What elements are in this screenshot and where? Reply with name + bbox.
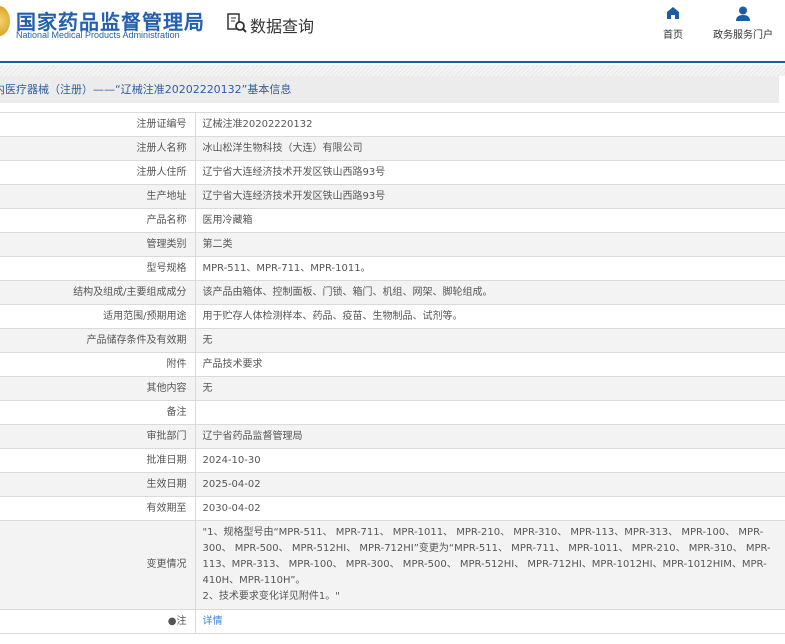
- table-row: ●注 详情: [0, 609, 785, 634]
- field-label: 生产地址: [0, 184, 196, 209]
- logo-subtitle: National Medical Products Administration: [16, 30, 180, 40]
- field-value: 产品技术要求: [195, 352, 785, 377]
- field-label: ●注: [0, 609, 196, 634]
- field-value: 2030-04-02: [195, 496, 785, 521]
- data-query-heading: 数据查询: [226, 12, 314, 38]
- field-value: 辽宁省大连经济技术开发区铁山西路93号: [195, 184, 785, 209]
- field-value: 辽宁省大连经济技术开发区铁山西路93号: [195, 160, 785, 185]
- table-row: 批准日期 2024-10-30: [0, 448, 785, 473]
- decorative-strip: [0, 65, 785, 76]
- table-row: 有效期至 2030-04-02: [0, 496, 785, 521]
- field-value: 2024-10-30: [195, 448, 785, 473]
- field-label: 生效日期: [0, 472, 196, 497]
- page-title: 内医疗器械（注册）——“辽械注准20202220132”基本信息: [0, 76, 779, 103]
- field-label: 其他内容: [0, 376, 196, 401]
- field-value: 无: [195, 376, 785, 401]
- table-row: 生产地址 辽宁省大连经济技术开发区铁山西路93号: [0, 184, 785, 209]
- field-label: 管理类别: [0, 232, 196, 257]
- field-value: 该产品由箱体、控制面板、门锁、箱门、机组、网架、脚轮组成。: [195, 280, 785, 305]
- table-row: 产品名称 医用冷藏箱: [0, 208, 785, 233]
- table-row: 结构及组成/主要组成成分 该产品由箱体、控制面板、门锁、箱门、机组、网架、脚轮组成…: [0, 280, 785, 305]
- field-label: 备注: [0, 400, 196, 425]
- nav-gov-portal-label: 政务服务门户: [713, 30, 773, 41]
- field-label: 审批部门: [0, 424, 196, 449]
- table-row: 产品储存条件及有效期无: [0, 328, 785, 353]
- field-label: 型号规格: [0, 256, 196, 281]
- details-link[interactable]: 详情: [203, 616, 223, 627]
- field-value: 无: [195, 328, 785, 353]
- table-row: 注册证编号 辽械注准20202220132: [0, 112, 785, 137]
- table-row: 其他内容无: [0, 376, 785, 401]
- table-row: 注册人住所 辽宁省大连经济技术开发区铁山西路93号: [0, 160, 785, 185]
- table-row: 备注: [0, 400, 785, 425]
- field-label: 批准日期: [0, 448, 196, 473]
- field-label: 附件: [0, 352, 196, 377]
- data-query-label: 数据查询: [250, 17, 315, 36]
- nav-home[interactable]: 首页: [658, 6, 688, 41]
- user-icon: [710, 6, 776, 22]
- field-label: 注册证编号: [0, 112, 196, 137]
- table-row: 审批部门 辽宁省药品监督管理局: [0, 424, 785, 449]
- site-header: 国家药品监督管理局 National Medical Products Admi…: [0, 0, 785, 63]
- field-value: 辽宁省药品监督管理局: [195, 424, 785, 449]
- field-value: 辽械注准20202220132: [195, 112, 785, 137]
- document-search-icon: [226, 12, 248, 38]
- table-row: 附件 产品技术要求: [0, 352, 785, 377]
- change-text-2: 2、技术要求变化详见附件1。": [202, 591, 340, 602]
- field-value: 医用冷藏箱: [195, 208, 785, 233]
- field-value: MPR-511、MPR-711、MPR-1011。: [195, 256, 785, 281]
- field-label: 变更情况: [0, 520, 196, 610]
- table-row: 管理类别 第二类: [0, 232, 785, 257]
- field-label: 注册人住所: [0, 160, 196, 185]
- change-text-1: "1、规格型号由“MPR-511、 MPR-711、 MPR-1011、 MPR…: [202, 527, 771, 586]
- field-value: 第二类: [195, 232, 785, 257]
- home-icon: [658, 6, 688, 22]
- table-row: 注册人名称 冰山松洋生物科技（大连）有限公司: [0, 136, 785, 161]
- field-value: 用于贮存人体检测样本、药品、疫苗、生物制品、试剂等。: [195, 304, 785, 329]
- info-table: 注册证编号 辽械注准20202220132 注册人名称 冰山松洋生物科技（大连）有限公…: [0, 112, 785, 634]
- field-label: 有效期至: [0, 496, 196, 521]
- table-row: 变更情况 "1、规格型号由“MPR-511、 MPR-711、 MPR-1011、…: [0, 520, 785, 610]
- table-row: 生效日期 2025-04-02: [0, 472, 785, 497]
- national-emblem-logo: [0, 6, 10, 36]
- field-label: 产品储存条件及有效期: [0, 328, 196, 353]
- table-row: 适用范围/预期用途 用于贮存人体检测样本、药品、疫苗、生物制品、试剂等。: [0, 304, 785, 329]
- nav-home-label: 首页: [663, 30, 683, 41]
- field-value: "1、规格型号由“MPR-511、 MPR-711、 MPR-1011、 MPR…: [195, 520, 785, 610]
- field-label: 适用范围/预期用途: [0, 304, 196, 329]
- field-label: 产品名称: [0, 208, 196, 233]
- field-label: 结构及组成/主要组成成分: [0, 280, 196, 305]
- field-value: 详情: [195, 609, 785, 634]
- field-label: 注册人名称: [0, 136, 196, 161]
- nav-gov-portal[interactable]: 政务服务门户: [710, 6, 776, 41]
- table-row: 型号规格 MPR-511、MPR-711、MPR-1011。: [0, 256, 785, 281]
- field-value: 冰山松洋生物科技（大连）有限公司: [195, 136, 785, 161]
- field-value: [195, 400, 785, 425]
- field-value: 2025-04-02: [195, 472, 785, 497]
